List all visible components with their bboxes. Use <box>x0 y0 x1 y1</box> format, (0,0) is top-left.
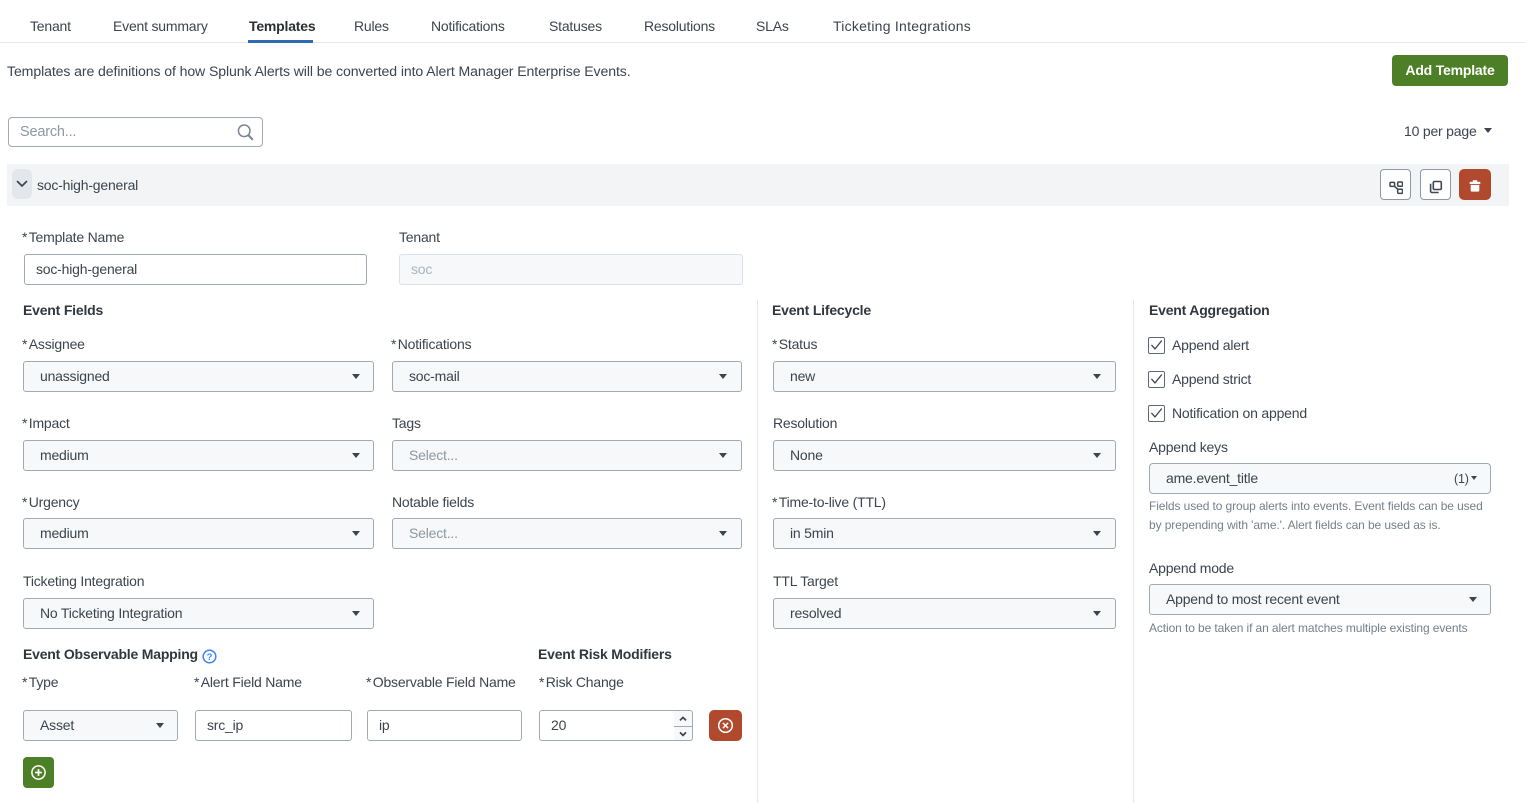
svg-text:?: ? <box>207 652 213 663</box>
